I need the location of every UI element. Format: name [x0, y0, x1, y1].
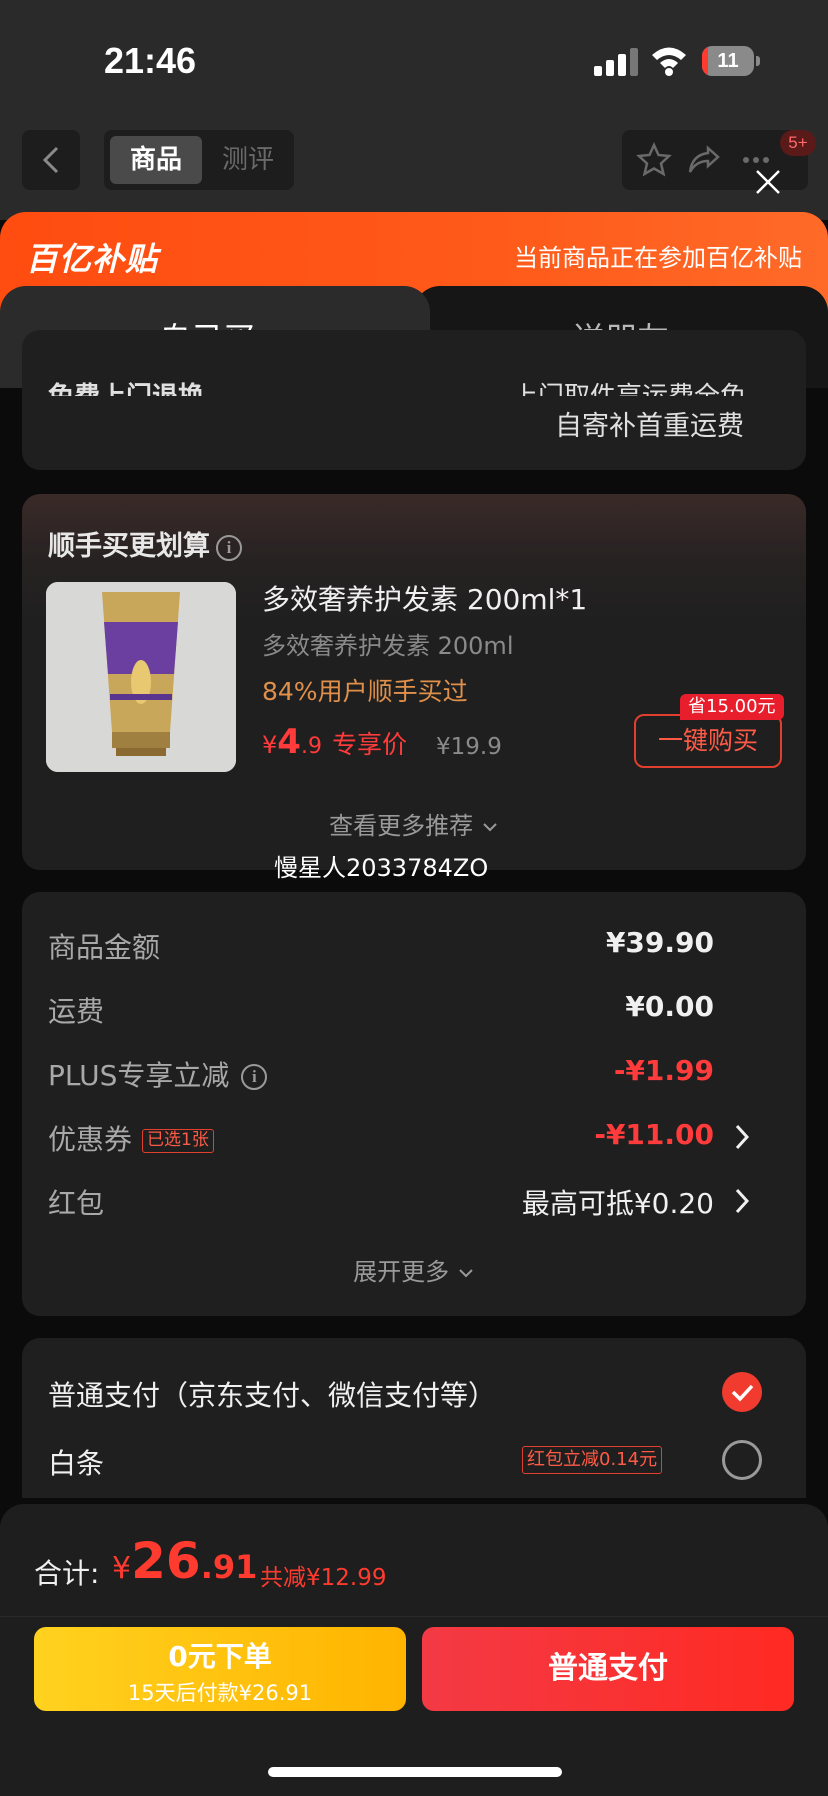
plus-discount-label: PLUS专享立减 i: [48, 1054, 268, 1094]
goods-amount-value: ¥39.90: [605, 926, 714, 959]
coupon-selected-tag: 已选1张: [142, 1129, 214, 1153]
tab-review[interactable]: 测评: [208, 136, 288, 184]
one-click-buy-button[interactable]: 一键购买: [634, 714, 782, 768]
row-plus-discount: PLUS专享立减 i -¥1.99: [48, 1054, 780, 1094]
battery-level: 11: [717, 50, 739, 72]
total-amount: ¥26.91: [112, 1532, 257, 1590]
save-tag: 省15.00元: [680, 694, 784, 720]
message-badge: 5+: [780, 130, 816, 156]
tab-product[interactable]: 商品: [110, 136, 202, 184]
total-discount: 共减¥12.99: [260, 1565, 387, 1591]
zero-down-subtitle: 15天后付款¥26.91: [127, 1681, 313, 1705]
pay-option-baitiao[interactable]: 白条: [48, 1442, 104, 1482]
coupon-label: 优惠券 已选1张: [48, 1118, 214, 1158]
coupon-value: -¥11.00: [594, 1118, 714, 1151]
row-shipping: 运费 ¥0.00: [48, 990, 780, 1030]
clock: 21:46: [104, 40, 197, 81]
price-decimal: .9: [300, 734, 322, 759]
free-return-label: 免费上门退换: [48, 376, 204, 396]
conditioner-tube-image: [46, 582, 236, 772]
price-integer: 4: [277, 722, 301, 762]
home-indicator: [268, 1767, 562, 1777]
addon-title-text: 顺手买更划算: [48, 531, 210, 562]
expand-more-label: 展开更多: [353, 1258, 450, 1286]
action-bar: 0元下单 15天后付款¥26.91 普通支付: [0, 1616, 828, 1796]
radio-checked[interactable]: [722, 1372, 762, 1412]
battery-icon: 11: [702, 46, 754, 76]
total-integer: 26: [131, 1532, 201, 1590]
addon-title: 顺手买更划算 i: [48, 524, 242, 563]
total-label: 合计:: [34, 1557, 100, 1590]
coupon-text: 优惠券: [48, 1123, 133, 1156]
battery-tip: [756, 56, 760, 66]
addon-card: 顺手买更划算 i 多效奢养护发素 200ml*1 多效奢养护发素 200ml 84…: [22, 494, 806, 870]
total-symbol: ¥: [112, 1551, 132, 1586]
header-tabs: 商品 测评: [104, 130, 294, 190]
subsidy-logo: 百亿补贴: [26, 240, 159, 278]
chevron-right-icon: [735, 1124, 750, 1150]
normal-pay-button[interactable]: 普通支付: [422, 1627, 794, 1711]
star-icon[interactable]: [636, 142, 672, 178]
red-packet-value: 最高可抵¥0.20: [521, 1187, 714, 1220]
total-decimal: .91: [200, 1548, 258, 1586]
zero-down-title: 0元下单: [168, 1640, 272, 1673]
info-icon[interactable]: i: [216, 534, 242, 561]
row-goods-amount: 商品金额 ¥39.90: [48, 926, 780, 966]
shipping-label: 运费: [48, 995, 105, 1028]
red-packet-label: 红包: [48, 1187, 105, 1220]
row-coupon[interactable]: 优惠券 已选1张 -¥11.00: [48, 1118, 780, 1158]
wifi-icon: [652, 47, 686, 76]
radio-unchecked[interactable]: [722, 1440, 762, 1480]
user-watermark: 慢星人2033784ZO: [274, 854, 489, 882]
zero-down-order-button[interactable]: 0元下单 15天后付款¥26.91: [34, 1627, 406, 1711]
check-icon: [731, 1384, 754, 1402]
expand-more-link[interactable]: 展开更多: [22, 1252, 806, 1287]
addon-bought-rate: 84%用户顺手买过: [262, 677, 468, 706]
price-symbol: ¥: [262, 731, 278, 759]
info-icon[interactable]: i: [241, 1064, 268, 1090]
return-policy-card: 免费上门退换 上门取件享运费全免 自寄补首重运费: [22, 330, 806, 470]
shipping-value: ¥0.00: [625, 990, 714, 1023]
back-button[interactable]: [22, 130, 80, 190]
price-tag: 专享价: [331, 730, 407, 759]
plus-discount-value: -¥1.99: [613, 1054, 714, 1087]
chevron-down-icon: [459, 1269, 473, 1278]
self-ship-label: 自寄补首重运费: [555, 411, 744, 442]
subsidy-note: 当前商品正在参加百亿补贴: [514, 244, 802, 272]
total-bar: 合计: ¥26.91 共减¥12.99: [0, 1504, 828, 1616]
cost-summary-card: 商品金额 ¥39.90 运费 ¥0.00 PLUS专享立减 i -¥1.99 优惠…: [22, 892, 806, 1316]
signal-icon: [594, 48, 638, 76]
product-image[interactable]: [46, 582, 236, 772]
payment-method-card: 普通支付（京东支付、微信支付等） 白条 红包立减0.14元: [22, 1338, 806, 1498]
chevron-down-icon: [483, 823, 497, 832]
pay-option-normal[interactable]: 普通支付（京东支付、微信支付等）: [48, 1374, 496, 1414]
more-recommendations-label: 查看更多推荐: [329, 812, 474, 840]
addon-price: ¥4.9 专享价: [262, 722, 407, 762]
more-recommendations-link[interactable]: 查看更多推荐: [22, 806, 806, 841]
chevron-right-icon: [735, 1188, 750, 1214]
status-bar: 21:46 11: [0, 0, 828, 120]
close-icon[interactable]: [752, 166, 784, 198]
addon-product-spec: 多效奢养护发素 200ml: [262, 632, 514, 660]
share-icon[interactable]: [686, 142, 722, 178]
pickup-label: 上门取件享运费全免: [512, 376, 746, 396]
chevron-left-icon: [42, 146, 59, 174]
goods-amount-label: 商品金额: [48, 931, 161, 964]
baitiao-promo-tag: 红包立减0.14元: [522, 1446, 663, 1474]
plus-discount-text: PLUS专享立减: [48, 1059, 230, 1092]
addon-product-name: 多效奢养护发素 200ml*1: [262, 583, 588, 616]
addon-old-price: ¥19.9: [436, 734, 502, 760]
row-red-packet[interactable]: 红包 最高可抵¥0.20: [48, 1182, 780, 1222]
